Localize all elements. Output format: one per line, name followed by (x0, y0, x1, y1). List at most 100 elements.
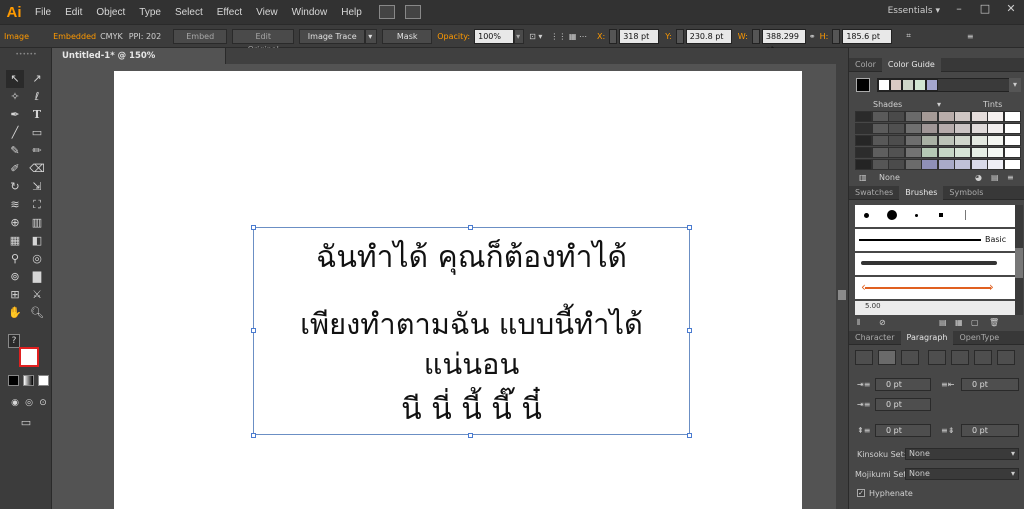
color-guide-swatch[interactable] (954, 111, 971, 122)
maximize-button[interactable]: □ (972, 0, 998, 18)
resize-handle-top[interactable] (468, 225, 473, 230)
align-grid-icon[interactable]: ⋮⋮ ▦ ⋯ (550, 32, 587, 41)
color-guide-swatch[interactable] (937, 123, 955, 134)
selection-bounding-box[interactable] (253, 227, 690, 435)
align-right-button[interactable] (901, 350, 919, 365)
color-guide-swatch[interactable] (855, 147, 872, 158)
color-guide-swatch[interactable] (871, 159, 889, 170)
resize-handle-top-left[interactable] (251, 225, 256, 230)
color-guide-swatch[interactable] (888, 159, 905, 170)
harmony-swatch-2[interactable] (890, 79, 902, 91)
color-guide-swatch[interactable] (970, 111, 988, 122)
free-transform-tool-icon[interactable]: ⛶ (28, 196, 46, 214)
save-group-icon[interactable]: ▤ (991, 173, 999, 182)
pencil-tool-icon[interactable]: ✏ (28, 142, 46, 160)
toolbar-grip[interactable]: •••••• (6, 52, 46, 58)
minimize-button[interactable]: – (946, 0, 972, 18)
color-guide-swatch[interactable] (954, 135, 971, 146)
menu-object[interactable]: Object (89, 7, 132, 18)
document-tab[interactable]: Untitled-1* @ 150% (CMYK/Preview) × (52, 48, 226, 77)
color-guide-swatch[interactable] (855, 123, 872, 134)
color-guide-swatch[interactable] (970, 123, 988, 134)
color-guide-swatch[interactable] (871, 111, 889, 122)
opacity-dropdown[interactable]: ▾ (514, 28, 525, 44)
color-guide-swatch[interactable] (921, 147, 938, 158)
image-trace-dropdown[interactable]: ▾ (365, 28, 378, 44)
image-trace-button[interactable]: Image Trace (299, 28, 366, 44)
align-center-button[interactable] (878, 350, 896, 365)
color-guide-swatch[interactable] (888, 111, 905, 122)
harmony-swatch-1[interactable] (878, 79, 890, 91)
color-guide-swatch[interactable] (904, 111, 922, 122)
brush-dot-2[interactable] (887, 210, 897, 220)
y-input[interactable]: 230.8 pt (685, 28, 732, 44)
color-guide-swatch[interactable] (1003, 147, 1021, 158)
justify-last-center-button[interactable] (951, 350, 969, 365)
color-guide-swatch[interactable] (987, 135, 1004, 146)
brush-options-icon[interactable]: ▤ (939, 318, 947, 327)
shape-builder-tool-icon[interactable]: ⊕ (6, 214, 24, 232)
brush-delete-icon[interactable]: 🗑︎ (989, 318, 999, 327)
brush-new-brush-icon[interactable]: ▢ (971, 318, 979, 327)
basic-brush-row[interactable]: Basic (855, 229, 1015, 251)
magic-wand-tool-icon[interactable]: ✧ (6, 88, 24, 106)
resize-handle-left[interactable] (251, 328, 256, 333)
harmony-swatch-5[interactable] (926, 79, 938, 91)
color-guide-swatch[interactable] (987, 147, 1004, 158)
color-guide-swatch[interactable] (871, 123, 889, 134)
w-input[interactable]: 388.299 pt (761, 28, 806, 54)
color-guide-swatch[interactable] (937, 147, 955, 158)
color-guide-swatch[interactable] (871, 135, 889, 146)
tab-swatches[interactable]: Swatches (849, 186, 899, 200)
brush-dot-5[interactable] (965, 210, 966, 220)
scrollbar-thumb[interactable] (838, 290, 846, 300)
symbol-sprayer-tool-icon[interactable]: ⊚ (6, 268, 24, 286)
opacity-input[interactable]: 100% (474, 28, 515, 44)
edit-original-button[interactable]: Edit Original (232, 28, 295, 54)
resize-handle-right[interactable] (687, 328, 692, 333)
menu-edit[interactable]: Edit (58, 7, 89, 18)
brushes-scrollbar-thumb[interactable] (1015, 248, 1023, 278)
edit-colors-icon[interactable]: ◕ (975, 173, 982, 182)
color-guide-swatch[interactable] (904, 123, 922, 134)
justify-last-left-button[interactable] (928, 350, 946, 365)
tab-color[interactable]: Color (849, 58, 882, 72)
color-guide-swatch[interactable] (954, 123, 971, 134)
color-guide-swatch[interactable] (855, 135, 872, 146)
color-guide-swatch[interactable] (888, 135, 905, 146)
color-guide-swatch[interactable] (1003, 135, 1021, 146)
blob-brush-tool-icon[interactable]: ✐ (6, 160, 24, 178)
brush-dot-3[interactable] (915, 214, 918, 217)
space-before-input[interactable]: 0 pt (875, 424, 931, 437)
direct-selection-tool-icon[interactable]: ↗ (28, 70, 46, 88)
align-left-button[interactable] (855, 350, 873, 365)
resize-handle-bottom-right[interactable] (687, 433, 692, 438)
color-guide-swatch[interactable] (855, 159, 872, 170)
menu-select[interactable]: Select (168, 7, 210, 18)
brush-new-icon[interactable]: ▦ (955, 318, 963, 327)
harmony-rules-dropdown[interactable]: ▾ (1009, 78, 1021, 92)
h-spinner[interactable] (832, 28, 841, 44)
perspective-grid-tool-icon[interactable]: ▥ (28, 214, 46, 232)
harmony-swatch-4[interactable] (914, 79, 926, 91)
w-spinner[interactable] (751, 28, 760, 44)
vertical-scrollbar[interactable] (836, 64, 848, 509)
color-guide-swatch[interactable] (937, 135, 955, 146)
mojikumi-select[interactable]: None ▾ (905, 468, 1019, 480)
menu-type[interactable]: Type (132, 7, 168, 18)
stroke-swatch[interactable] (19, 347, 39, 367)
gradient-tool-icon[interactable]: ◧ (28, 232, 46, 250)
tab-color-guide[interactable]: Color Guide (881, 57, 941, 72)
color-guide-swatch[interactable] (888, 123, 905, 134)
menu-view[interactable]: View (249, 7, 285, 18)
swatch-library-icon[interactable]: ▥ (859, 173, 867, 182)
brush-libraries-icon[interactable]: ⫴ (857, 318, 860, 328)
blend-tool-icon[interactable]: ◎ (28, 250, 46, 268)
mask-button[interactable]: Mask (382, 28, 433, 44)
x-input[interactable]: 318 pt (619, 28, 660, 44)
embedded-link[interactable]: Embedded (53, 32, 96, 41)
color-guide-swatch[interactable] (904, 159, 922, 170)
brush-dot-1[interactable] (864, 213, 869, 218)
eyedropper-tool-icon[interactable]: ⚲ (6, 250, 24, 268)
color-guide-swatch[interactable] (855, 111, 872, 122)
